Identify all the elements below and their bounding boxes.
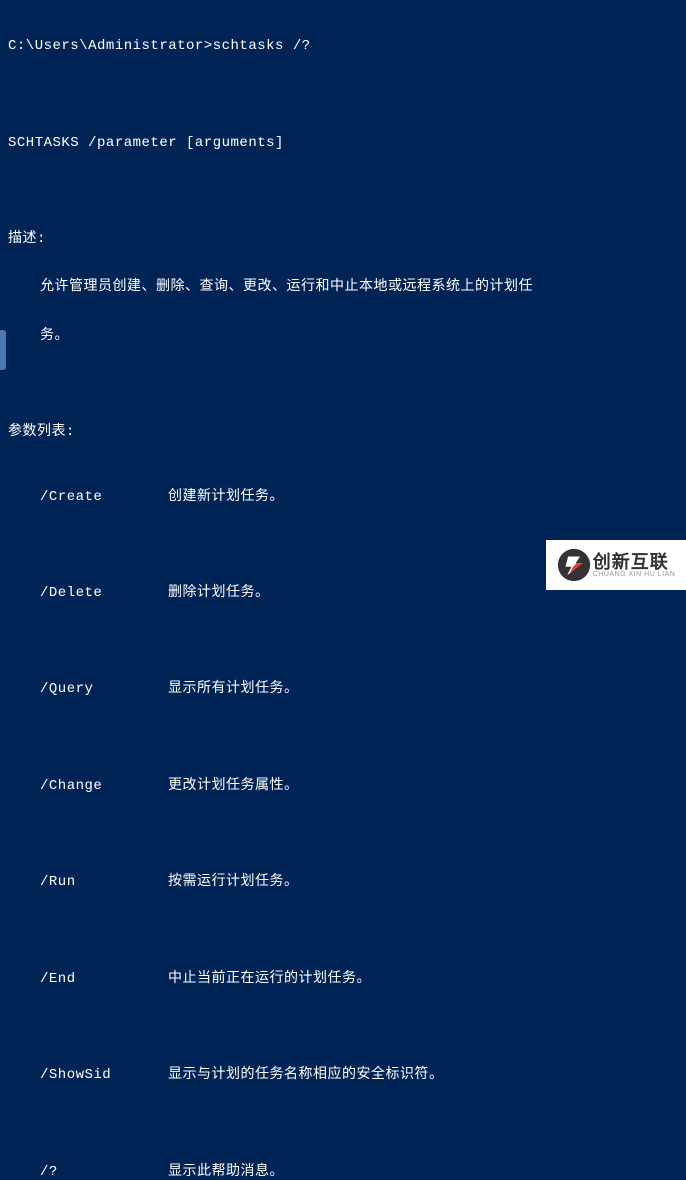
- param-name: /Run: [40, 874, 168, 890]
- param-name: /ShowSid: [40, 1067, 168, 1083]
- params-header: 参数列表:: [8, 424, 678, 440]
- param-row: /Query 显示所有计划任务。: [8, 681, 678, 697]
- param-name: /Change: [40, 778, 168, 794]
- watermark-brand-en: CHUANG XIN HU LIAN: [593, 571, 676, 578]
- watermark: 创新互联 CHUANG XIN HU LIAN: [546, 540, 686, 590]
- param-desc: 创建新计划任务。: [168, 489, 678, 505]
- prompt-line: C:\Users\Administrator>schtasks /?: [8, 38, 678, 54]
- param-row: /Create 创建新计划任务。: [8, 489, 678, 505]
- param-row: /ShowSid 显示与计划的任务名称相应的安全标识符。: [8, 1067, 678, 1083]
- description-header: 描述:: [8, 231, 678, 247]
- watermark-logo-icon: [557, 548, 591, 582]
- param-desc: 显示所有计划任务。: [168, 681, 678, 697]
- param-desc: 中止当前正在运行的计划任务。: [168, 971, 678, 987]
- side-handle: [0, 330, 6, 370]
- usage-line: SCHTASKS /parameter [arguments]: [8, 135, 678, 151]
- param-row: /? 显示此帮助消息。: [8, 1164, 678, 1180]
- param-row: /Run 按需运行计划任务。: [8, 874, 678, 890]
- param-name: /Query: [40, 681, 168, 697]
- param-desc: 显示此帮助消息。: [168, 1164, 678, 1180]
- description-text: 务。: [8, 328, 678, 344]
- param-name: /?: [40, 1164, 168, 1180]
- param-name: /Delete: [40, 585, 168, 601]
- watermark-text: 创新互联 CHUANG XIN HU LIAN: [593, 553, 676, 578]
- description-text: 允许管理员创建、删除、查询、更改、运行和中止本地或远程系统上的计划任: [8, 279, 678, 295]
- param-name: /Create: [40, 489, 168, 505]
- param-desc: 更改计划任务属性。: [168, 778, 678, 794]
- watermark-brand-cn: 创新互联: [593, 553, 676, 571]
- param-desc: 显示与计划的任务名称相应的安全标识符。: [168, 1067, 678, 1083]
- param-row: /Change 更改计划任务属性。: [8, 778, 678, 794]
- param-row: /End 中止当前正在运行的计划任务。: [8, 971, 678, 987]
- param-desc: 按需运行计划任务。: [168, 874, 678, 890]
- param-name: /End: [40, 971, 168, 987]
- terminal-output: C:\Users\Administrator>schtasks /? SCHTA…: [0, 0, 686, 1180]
